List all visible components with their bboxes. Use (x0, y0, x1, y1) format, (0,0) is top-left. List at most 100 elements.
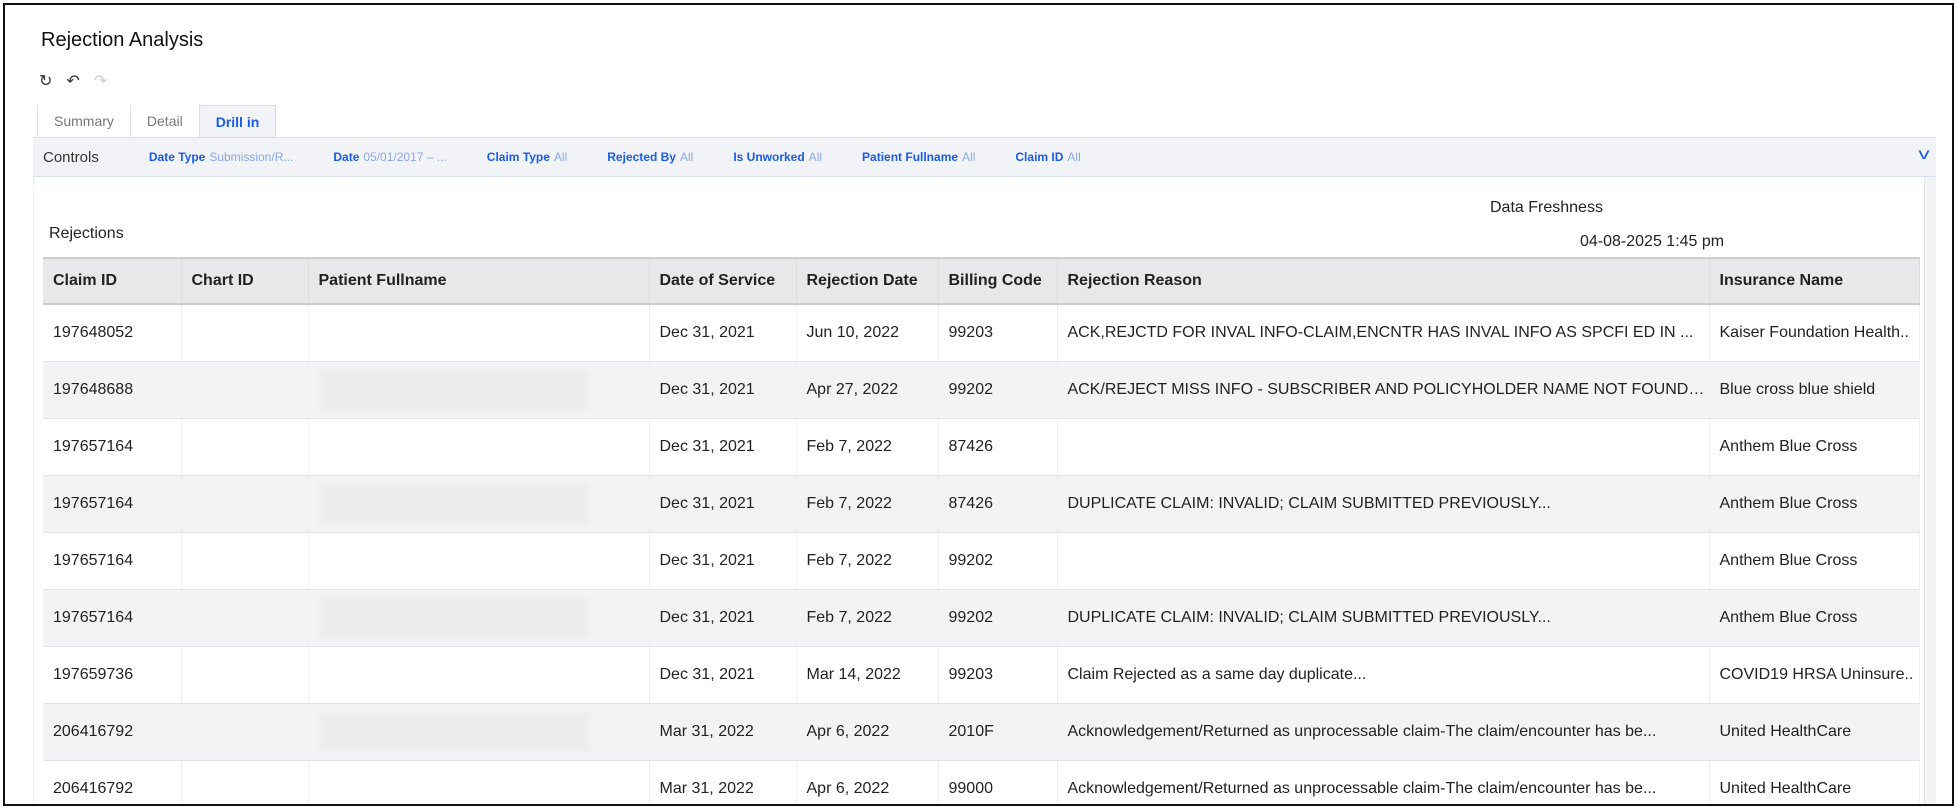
column-header[interactable]: Date of Service (649, 257, 797, 305)
column-header[interactable]: Rejection Date (796, 257, 939, 305)
app-frame: Rejection Analysis ↻ ↶ ↷ Summary Detail … (3, 3, 1954, 806)
table-cell: Dec 31, 2021 (649, 418, 797, 476)
tab-summary[interactable]: Summary (37, 105, 130, 138)
redacted-block (318, 711, 589, 752)
table-cell: 197659736 (43, 646, 182, 704)
reset-icon[interactable]: ↻ (39, 71, 52, 91)
table-cell: Blue cross blue shield (1709, 361, 1920, 419)
filter-value: Submission/R... (209, 150, 294, 164)
table-cell: 206416792 (43, 760, 182, 804)
table-title: Rejections (49, 225, 124, 242)
table-cell: 197657164 (43, 532, 182, 590)
table-cell: 99202 (938, 361, 1058, 419)
page-title: Rejection Analysis (41, 29, 204, 51)
table-cell (181, 475, 309, 533)
table-cell (181, 418, 309, 476)
tab-bar: Summary Detail Drill in (37, 105, 277, 138)
table-cell (181, 760, 309, 804)
filter-value: All (808, 150, 823, 164)
filter-name: Claim Type (486, 150, 550, 164)
column-header[interactable]: Chart ID (181, 257, 309, 305)
table-cell (308, 646, 650, 704)
table-row[interactable]: 197657164 Dec 31, 2021 Feb 7, 2022 99202 DUP… (43, 589, 1920, 647)
table-cell (181, 361, 309, 419)
table-cell: Dec 31, 2021 (649, 475, 797, 533)
table-cell: 197657164 (43, 589, 182, 647)
tab-detail[interactable]: Detail (129, 105, 199, 138)
vertical-scrollbar[interactable] (1924, 177, 1936, 804)
table-cell: Anthem Blue Cross (1709, 589, 1920, 647)
table-cell: 197648052 (43, 304, 182, 362)
table-row[interactable]: 197659736 Dec 31, 2021 Mar 14, 2022 99203 Cl… (43, 646, 1920, 704)
table-cell (181, 646, 309, 704)
table-cell: 206416792 (43, 703, 182, 761)
table-row[interactable]: 197657164 Dec 31, 2021 Feb 7, 2022 87426 DUP… (43, 475, 1920, 533)
table-row[interactable]: 197648688 Dec 31, 2021 Apr 27, 2022 99202 AC… (43, 361, 1920, 419)
filter-claim-type[interactable]: Claim Type All (487, 150, 567, 164)
column-header[interactable]: Patient Fullname (308, 257, 650, 305)
redacted-block (318, 369, 589, 410)
table-cell: DUPLICATE CLAIM: INVALID; CLAIM SUBMITTE… (1057, 475, 1710, 533)
filter-name: Is Unworked (733, 150, 805, 164)
table-cell: Apr 6, 2022 (796, 703, 939, 761)
filter-claim-id[interactable]: Claim ID All (1015, 150, 1080, 164)
table-cell: Dec 31, 2021 (649, 304, 797, 362)
table-cell (1057, 418, 1710, 476)
table-cell: Acknowledgement/Returned as unprocessabl… (1057, 760, 1710, 804)
table-cell: Dec 31, 2021 (649, 361, 797, 419)
chevron-down-icon[interactable]: v (1918, 146, 1929, 164)
table-cell: Feb 7, 2022 (796, 589, 939, 647)
table-cell (308, 475, 650, 533)
table-row[interactable]: 197657164 Dec 31, 2021 Feb 7, 2022 87426 Ant… (43, 418, 1920, 476)
filter-value: All (962, 150, 976, 164)
table-cell: Dec 31, 2021 (649, 589, 797, 647)
filter-patient-fullname[interactable]: Patient Fullname All (862, 150, 975, 164)
filter-date[interactable]: Date 05/01/2017 – ... (333, 150, 446, 164)
rejections-table: Claim ID Chart ID Patient Fullname Date of … (43, 257, 1920, 804)
table-cell: Jun 10, 2022 (796, 304, 939, 362)
filter-name: Rejected By (607, 150, 676, 164)
table-cell: 99202 (938, 589, 1058, 647)
undo-icon[interactable]: ↶ (66, 71, 79, 91)
table-cell: 99203 (938, 646, 1058, 704)
table-cell (308, 304, 650, 362)
filter-name: Date (333, 150, 360, 164)
table-cell: Feb 7, 2022 (796, 418, 939, 476)
table-row[interactable]: 197657164 Dec 31, 2021 Feb 7, 2022 99202 Ant… (43, 532, 1920, 590)
controls-label: Controls (43, 148, 99, 166)
table-cell: Dec 31, 2021 (649, 532, 797, 590)
column-header[interactable]: Insurance Name (1709, 257, 1920, 305)
filter-is-unworked[interactable]: Is Unworked All (733, 150, 822, 164)
table-cell: Dec 31, 2021 (649, 646, 797, 704)
column-header[interactable]: Billing Code (938, 257, 1058, 305)
controls-bar: Controls Date Type Submission/R... Date 05/… (33, 137, 1936, 177)
filter-rejected-by[interactable]: Rejected By All (607, 150, 693, 164)
column-header[interactable]: Rejection Reason (1057, 257, 1710, 305)
table-cell: 87426 (938, 475, 1058, 533)
table-cell: Anthem Blue Cross (1709, 475, 1920, 533)
table-cell: Feb 7, 2022 (796, 532, 939, 590)
filter-name: Claim ID (1015, 150, 1064, 164)
table-cell: 197648688 (43, 361, 182, 419)
filter-date-type[interactable]: Date Type Submission/R... (149, 150, 294, 164)
table-cell (181, 703, 309, 761)
table-cell (308, 703, 650, 761)
table-row[interactable]: 197648052 Dec 31, 2021 Jun 10, 2022 99203 AC… (43, 304, 1920, 362)
table-cell: DUPLICATE CLAIM: INVALID; CLAIM SUBMITTE… (1057, 589, 1710, 647)
column-header[interactable]: Claim ID (43, 257, 182, 305)
table-cell: Anthem Blue Cross (1709, 532, 1920, 590)
table-cell: COVID19 HRSA Uninsure.. (1709, 646, 1920, 704)
redo-icon[interactable]: ↷ (94, 71, 107, 91)
filter-value: All (553, 150, 568, 164)
tab-drill-in[interactable]: Drill in (198, 105, 277, 138)
filter-value: All (1067, 150, 1081, 164)
table-cell: United HealthCare (1709, 760, 1920, 804)
table-row[interactable]: 206416792 Mar 31, 2022 Apr 6, 2022 2010F Ack… (43, 703, 1920, 761)
data-freshness-label: Data Freshness (1490, 199, 1603, 216)
table-cell (308, 532, 650, 590)
table-cell (181, 532, 309, 590)
redacted-block (318, 597, 589, 638)
table-row[interactable]: 206416792 Mar 31, 2022 Apr 6, 2022 99000 Ack… (43, 760, 1920, 804)
table-cell (181, 304, 309, 362)
toolbar: ↻ ↶ ↷ (39, 71, 107, 91)
